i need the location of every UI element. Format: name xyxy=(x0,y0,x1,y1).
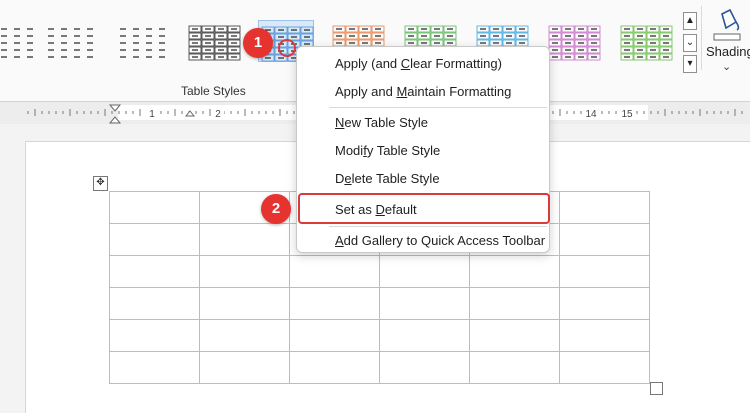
table-cell[interactable] xyxy=(199,223,290,256)
menu-item-label: New Table Style xyxy=(335,115,428,130)
menu-modify-table-style[interactable]: Modify Table Style xyxy=(297,138,549,164)
table-cell[interactable] xyxy=(559,319,650,352)
table-cell[interactable] xyxy=(109,351,200,384)
table-cell[interactable] xyxy=(469,319,560,352)
table-style-thumb-plain-3[interactable] xyxy=(114,20,170,62)
table-cell[interactable] xyxy=(289,287,380,320)
ruler-label: 1 xyxy=(149,109,155,120)
table-style-preview-icon xyxy=(188,25,241,61)
ruler-label: 2 xyxy=(215,109,221,120)
gallery-more-button[interactable]: ▾ xyxy=(683,55,697,73)
table-row xyxy=(109,319,650,352)
table-cell[interactable] xyxy=(559,287,650,320)
menu-new-table-style[interactable]: New Table Style xyxy=(297,110,549,136)
shading-button[interactable]: Shading ⌄ xyxy=(704,6,750,76)
table-row xyxy=(109,287,650,320)
chevron-down-icon: ⌄ xyxy=(722,61,732,73)
table-cell[interactable] xyxy=(559,223,650,256)
menu-item-label: Apply and Maintain Formatting xyxy=(335,84,512,99)
table-cell[interactable] xyxy=(199,351,290,384)
menu-item-label: Modify Table Style xyxy=(335,143,441,158)
ruler-label: 15 xyxy=(621,109,633,120)
table-cell[interactable] xyxy=(379,351,470,384)
table-cell[interactable] xyxy=(559,191,650,224)
table-cell[interactable] xyxy=(199,287,290,320)
table-style-thumb-grid-lime[interactable] xyxy=(618,20,674,62)
step-1-badge: 1 xyxy=(243,28,273,58)
table-cell[interactable] xyxy=(109,223,200,256)
ribbon-separator xyxy=(701,6,702,70)
ruler-label: 14 xyxy=(585,109,597,120)
table-styles-group-label: Table Styles xyxy=(181,84,246,98)
table-style-thumb-plain-1[interactable] xyxy=(0,20,38,62)
gallery-scroll-up-button[interactable]: ▲ xyxy=(683,12,697,30)
table-cell[interactable] xyxy=(469,351,560,384)
table-style-preview-icon xyxy=(548,25,601,61)
menu-separator xyxy=(329,226,547,227)
menu-add-gallery-quick-access[interactable]: Add Gallery to Quick Access Toolbar xyxy=(297,228,549,254)
step-2-badge: 2 xyxy=(261,194,291,224)
table-cell[interactable] xyxy=(379,255,470,288)
table-cell[interactable] xyxy=(289,255,380,288)
table-style-thumb-plain-2[interactable] xyxy=(42,20,98,62)
table-cell[interactable] xyxy=(289,319,380,352)
table-cell[interactable] xyxy=(469,287,560,320)
table-resize-handle[interactable] xyxy=(650,382,663,395)
menu-item-label: Add Gallery to Quick Access Toolbar xyxy=(335,233,546,248)
table-cell[interactable] xyxy=(199,319,290,352)
table-move-handle-icon[interactable]: ✥ xyxy=(93,176,108,191)
gallery-scroll-down-button[interactable]: ⌄ xyxy=(683,34,697,52)
shading-label: Shading xyxy=(706,44,750,59)
menu-apply-maintain-formatting[interactable]: Apply and Maintain Formatting xyxy=(297,79,549,105)
table-cell[interactable] xyxy=(109,287,200,320)
table-cell[interactable] xyxy=(289,351,380,384)
paint-bucket-icon xyxy=(713,8,741,41)
menu-delete-table-style[interactable]: Delete Table Style xyxy=(297,166,549,192)
menu-separator xyxy=(329,107,547,108)
highlight-set-as-default xyxy=(298,193,550,224)
table-cell[interactable] xyxy=(379,287,470,320)
table-cell[interactable] xyxy=(199,255,290,288)
table-style-preview-icon xyxy=(1,28,33,58)
table-style-preview-icon xyxy=(620,25,673,61)
cursor-ring-marker xyxy=(278,39,296,57)
table-row xyxy=(109,351,650,384)
table-cell[interactable] xyxy=(109,191,200,224)
table-style-thumb-grid-magenta[interactable] xyxy=(546,20,602,62)
table-cell[interactable] xyxy=(379,319,470,352)
table-style-preview-icon xyxy=(120,28,165,58)
table-row xyxy=(109,255,650,288)
table-style-preview-icon xyxy=(48,28,93,58)
menu-apply-clear-formatting[interactable]: Apply (and Clear Formatting) xyxy=(297,51,549,77)
menu-item-label: Delete Table Style xyxy=(335,171,440,186)
table-cell[interactable] xyxy=(469,255,560,288)
table-cell[interactable] xyxy=(109,255,200,288)
table-style-thumb-grid-dark[interactable] xyxy=(186,20,242,62)
table-cell[interactable] xyxy=(559,351,650,384)
table-cell[interactable] xyxy=(109,319,200,352)
menu-item-label: Apply (and Clear Formatting) xyxy=(335,56,502,71)
table-cell[interactable] xyxy=(559,255,650,288)
